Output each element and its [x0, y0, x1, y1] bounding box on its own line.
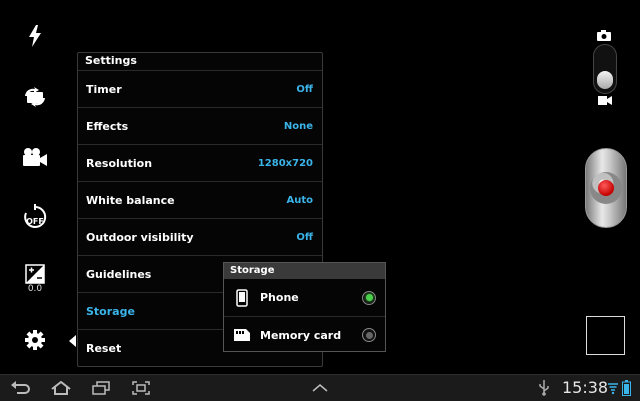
screenshot-icon: [132, 381, 150, 395]
switch-knob[interactable]: [597, 71, 613, 89]
row-value: None: [283, 120, 313, 132]
row-value: 1280x720: [257, 157, 313, 169]
flash-icon: [29, 25, 41, 47]
storage-popup-title: Storage: [224, 263, 385, 279]
recent-apps-button[interactable]: [86, 378, 116, 398]
row-label: Outdoor visibility: [86, 230, 194, 244]
settings-row-outdoor-visibility[interactable]: Outdoor visibility Off: [78, 219, 322, 256]
usb-status: [534, 378, 554, 398]
camera-control-rail: OFF 0.0: [0, 0, 70, 372]
settings-title: Settings: [78, 53, 322, 71]
settings-row-effects[interactable]: Effects None: [78, 108, 322, 145]
switch-camera-button[interactable]: [14, 76, 56, 118]
expand-up-button[interactable]: [305, 378, 335, 398]
camera-video-mode-switch[interactable]: [593, 44, 617, 94]
exposure-button[interactable]: 0.0: [14, 258, 56, 300]
row-label: Resolution: [86, 156, 153, 170]
timer-off-icon: OFF: [24, 204, 47, 228]
timer-button[interactable]: OFF: [14, 196, 56, 238]
status-clock: 15:38: [562, 378, 609, 397]
wifi-status: [606, 378, 620, 398]
option-label: Memory card: [260, 328, 342, 342]
record-icon: [598, 180, 614, 196]
system-navigation-bar: 15:38: [0, 374, 640, 401]
menu-pointer: [69, 335, 76, 347]
radio-unselected[interactable]: [362, 328, 376, 342]
row-value: Off: [296, 83, 313, 95]
home-button[interactable]: [46, 378, 76, 398]
settings-button[interactable]: [14, 319, 56, 361]
battery-status: [619, 378, 633, 398]
back-icon: [11, 381, 30, 394]
gallery-thumbnail[interactable]: [586, 316, 625, 355]
row-label: White balance: [86, 193, 175, 207]
video-icon: [598, 96, 612, 105]
storage-option-memory-card[interactable]: Memory card: [224, 316, 385, 353]
usb-icon: [539, 380, 549, 396]
row-label: Storage: [86, 304, 135, 318]
flash-button[interactable]: [14, 15, 56, 57]
recording-mode-icon: [23, 148, 47, 166]
home-icon: [51, 381, 71, 395]
settings-gear-icon: [25, 330, 45, 350]
row-label: Reset: [86, 342, 122, 355]
exposure-value: 0.0: [27, 284, 43, 294]
battery-icon: [621, 380, 631, 396]
row-label: Guidelines: [86, 267, 152, 281]
svg-text:OFF: OFF: [26, 217, 44, 226]
up-chevron-icon: [312, 384, 328, 392]
camera-icon: [597, 30, 611, 41]
record-button[interactable]: [585, 148, 627, 228]
memory-card-icon: [234, 329, 250, 341]
row-value: Off: [296, 231, 313, 243]
row-label: Effects: [86, 119, 129, 133]
phone-icon: [236, 288, 248, 307]
exposure-icon: [25, 264, 45, 284]
settings-row-timer[interactable]: Timer Off: [78, 71, 322, 108]
screenshot-button[interactable]: [126, 378, 156, 398]
recording-mode-button[interactable]: [14, 136, 56, 178]
storage-popup: Storage Phone Memory card: [223, 262, 386, 352]
switch-camera-icon: [25, 87, 45, 107]
option-label: Phone: [260, 291, 299, 304]
row-label: Timer: [86, 82, 122, 96]
recent-apps-icon: [92, 381, 110, 395]
back-button[interactable]: [6, 378, 36, 398]
radio-selected[interactable]: [362, 290, 376, 305]
storage-option-phone[interactable]: Phone: [224, 279, 385, 316]
row-value: Auto: [286, 194, 313, 206]
wifi-icon: [608, 383, 618, 395]
settings-row-resolution[interactable]: Resolution 1280x720: [78, 145, 322, 182]
settings-row-white-balance[interactable]: White balance Auto: [78, 182, 322, 219]
